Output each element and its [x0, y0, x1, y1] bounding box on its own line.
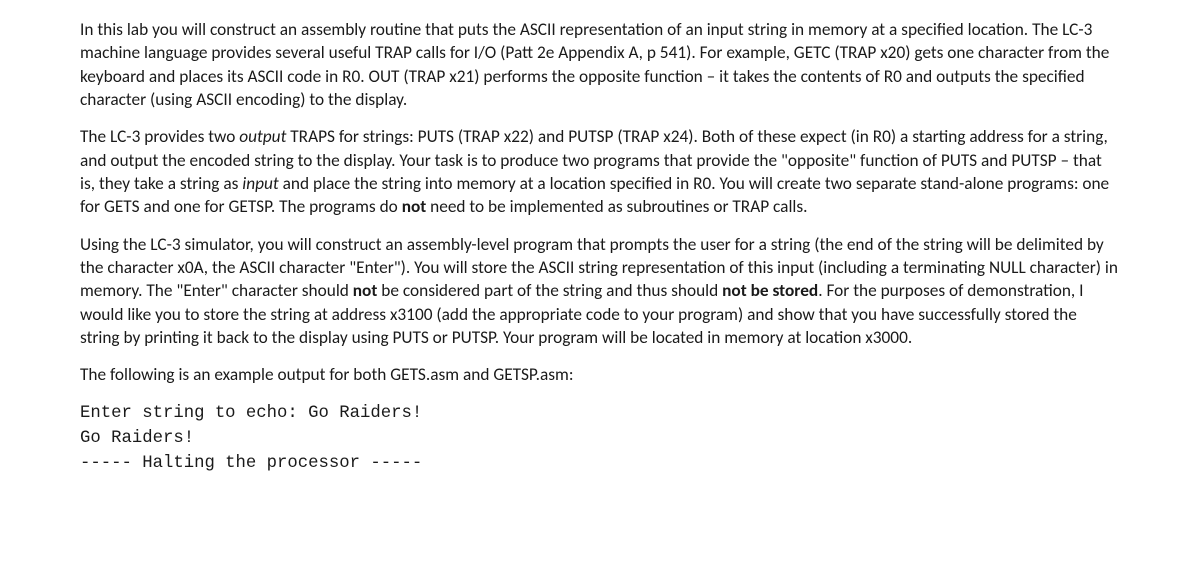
output-line-1: Enter string to echo: Go Raiders!	[80, 401, 1120, 426]
paragraph-example-lead: The following is an example output for b…	[80, 363, 1120, 386]
paragraph-simulator: Using the LC-3 simulator, you will const…	[80, 233, 1120, 350]
text: The LC-3 provides two	[80, 126, 239, 147]
text: need to be implemented as subroutines or…	[426, 196, 807, 217]
text-italic-output: output	[239, 126, 286, 147]
text: In this lab you will construct an assemb…	[80, 19, 1109, 110]
output-line-3: ----- Halting the processor -----	[80, 451, 1120, 476]
example-output-block: Enter string to echo: Go Raiders! Go Rai…	[80, 401, 1120, 476]
text-italic-input: input	[242, 173, 278, 194]
document-page: In this lab you will construct an assemb…	[0, 0, 1200, 496]
text-bold-not: not	[402, 196, 427, 217]
text-bold-not-stored: not be stored	[722, 280, 818, 301]
text: be considered part of the string and thu…	[377, 280, 722, 301]
paragraph-traps: The LC-3 provides two output TRAPS for s…	[80, 125, 1120, 218]
paragraph-intro: In this lab you will construct an assemb…	[80, 18, 1120, 111]
text-bold-not: not	[353, 280, 378, 301]
output-line-2: Go Raiders!	[80, 426, 1120, 451]
text: The following is an example output for b…	[80, 364, 573, 385]
